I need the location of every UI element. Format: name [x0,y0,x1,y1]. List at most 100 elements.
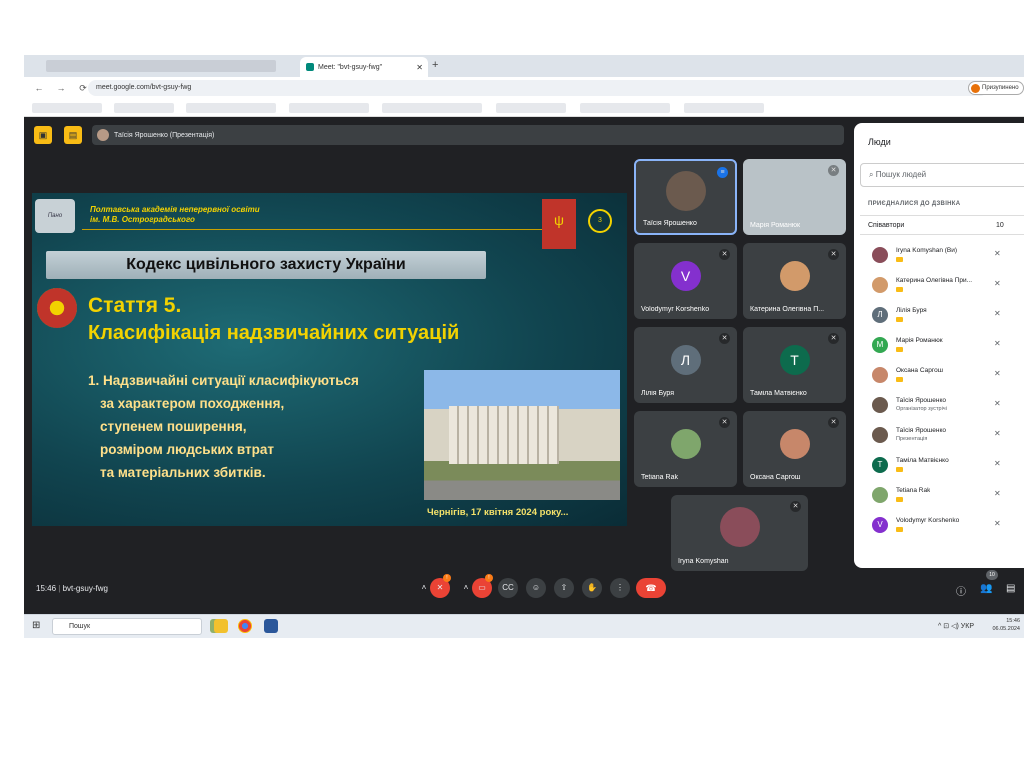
participant-row[interactable]: V Volodymyr Korshenko ✕ [868,513,1024,543]
host-tag-icon [896,467,903,472]
layout-icon[interactable]: ▤ [64,126,82,144]
chat-icon[interactable]: ▤ [1006,583,1015,594]
people-panel: Люди ⌕ Пошук людей ПРИЄДНАЛИСЯ ДО ДЗВІНК… [854,123,1024,568]
bookmark-item[interactable] [580,103,670,113]
participant-row[interactable]: Таїсія Ярошенко Презентація ✕ [868,423,1024,453]
participant-tile[interactable]: Т ✕ Таміла Матвієнко [743,327,846,403]
joined-section-label: ПРИЄДНАЛИСЯ ДО ДЗВІНКА [868,201,961,207]
presentation-slide: Пано Полтавська академія неперервної осв… [32,193,627,526]
volume-icon[interactable]: ◁) [951,623,959,630]
bookmark-item[interactable] [289,103,369,113]
participant-name: Tetiana Rak [641,474,678,481]
bookmark-item[interactable] [186,103,276,113]
chernihiv-photo [424,370,620,500]
host-tag-icon [896,497,903,502]
participant-row[interactable]: Т Таміла Матвієнко ✕ [868,453,1024,483]
people-icon[interactable]: 👥 [980,583,992,594]
participant-tile[interactable]: ✕ Катерина Олегівна П... [743,243,846,319]
mic-off-icon[interactable]: ✕ [994,339,1001,348]
file-explorer-icon[interactable] [214,619,228,633]
participant-row[interactable]: Tetiana Rak ✕ [868,483,1024,513]
captions-button[interactable]: CC [498,578,518,598]
participant-row[interactable]: Iryna Komyshan (Ви) ✕ [868,243,1024,273]
mic-off-icon[interactable]: ✕ [994,489,1001,498]
article-title: Класифікація надзвичайних ситуацій [88,322,460,344]
tray-icons[interactable]: ^ ⊡ ◁) УКР [938,622,974,630]
participant-avatar [779,261,810,291]
participant-row[interactable]: Оксана Саргош ✕ [868,363,1024,393]
participant-tile[interactable]: Л ✕ Лілія Буря [634,327,737,403]
taskbar-date: 06.05.2024 [992,626,1020,632]
network-icon[interactable]: ⊡ [943,623,949,630]
bookmarks-bar [24,99,1024,117]
present-screen-button[interactable]: ⇧ [554,578,574,598]
url-input[interactable]: meet.google.com/bvt-gsuy-fwg [88,80,988,96]
participant-name: Таміла Матвієнко [750,390,807,397]
mic-off-icon[interactable]: ✕ [994,429,1001,438]
presenter-bar: Таїсія Ярошенко (Презентація) [92,125,844,145]
profile-label: Призупинено [982,85,1019,91]
participant-tile[interactable]: ≡ Таїсія Ярошенко [634,159,737,235]
back-icon[interactable]: ← [32,83,46,93]
participant-row[interactable]: Л Лілія Буря ✕ [868,303,1024,333]
language-indicator[interactable]: УКР [961,623,974,630]
participant-name: Volodymyr Korshenko [896,517,960,524]
mic-off-icon: ✕ [719,417,730,428]
raise-hand-button[interactable]: ✋ [582,578,602,598]
bookmark-item[interactable] [684,103,764,113]
more-options-button[interactable]: ⋮ [610,578,630,598]
new-tab-button[interactable]: + [432,59,438,71]
windows-start-icon[interactable]: ⊞ [32,620,40,631]
bookmark-item[interactable] [496,103,566,113]
bookmark-item[interactable] [32,103,102,113]
profile-button[interactable]: Призупинено [968,81,1024,95]
emoji-button[interactable]: ☺ [526,578,546,598]
panel-title: Люди [868,137,891,147]
article-number: Стаття 5. [88,294,182,317]
chevron-up-icon[interactable]: ^ [938,623,941,630]
mic-off-icon[interactable]: ✕ [994,249,1001,258]
forward-icon[interactable]: → [54,83,68,93]
mic-off-icon: ✕ [828,249,839,260]
word-icon[interactable] [264,619,278,633]
mic-off-icon[interactable]: ✕ [994,309,1001,318]
leave-call-button[interactable]: ☎ [636,578,666,598]
tab-close-icon[interactable]: ✕ [416,63,423,72]
item-line: ступенем поширення, [100,419,247,434]
blurred-tabs[interactable] [46,60,276,72]
bookmark-item[interactable] [114,103,174,113]
participant-tile[interactable]: ✕ Iryna Komyshan [671,495,808,571]
info-icon[interactable]: ⓘ [956,583,966,598]
participant-avatar [872,277,888,293]
participant-row[interactable]: Таїсія Ярошенко Організатор зустрічі ✕ [868,393,1024,423]
chrome-icon[interactable] [238,619,252,633]
present-icon[interactable]: ▣ [34,126,52,144]
taskbar-clock[interactable]: 15:46 06.05.2024 [992,617,1020,633]
mic-off-icon: ✕ [719,333,730,344]
code-title: Кодекс цивільного захисту України [46,251,486,279]
bookmark-item[interactable] [382,103,482,113]
participant-avatar: Л [872,307,888,323]
participant-name: Катерина Олегівна При... [896,277,973,284]
mic-off-icon[interactable]: ✕ [994,399,1001,408]
participant-tile[interactable]: ✕ Tetiana Rak [634,411,737,487]
collaborators-header[interactable]: Співавтори 10 [860,215,1024,235]
people-search-input[interactable]: ⌕ Пошук людей [860,163,1024,187]
participant-tile[interactable]: ✕ Оксана Саргош [743,411,846,487]
participant-name: Таїсія Ярошенко [896,427,946,434]
participant-tile[interactable]: V ✕ Volodymyr Korshenko [634,243,737,319]
mic-off-icon: ✕ [828,165,839,176]
active-tab[interactable]: Meet: "bvt-gsuy-fwg" ✕ [300,57,428,77]
taskbar-search-input[interactable]: Пошук [52,618,202,635]
mic-off-icon: ✕ [828,417,839,428]
participant-name: Оксана Саргош [750,474,801,481]
mic-off-icon[interactable]: ✕ [994,459,1001,468]
item-line: за характером походження, [100,396,285,411]
mic-off-icon[interactable]: ✕ [994,279,1001,288]
mic-off-icon[interactable]: ✕ [994,369,1001,378]
mic-off-icon[interactable]: ✕ [994,519,1001,528]
meeting-controls: 15:46 | bvt-gsuy-fwg ˄ ✕ ! ˄ ▭ ! CC ☺ ⇧ … [24,569,1024,614]
participant-row[interactable]: Катерина Олегівна При... ✕ [868,273,1024,303]
participant-row[interactable]: М Марія Романюк ✕ [868,333,1024,363]
participant-tile[interactable]: ✕ Марія Романюк [743,159,846,235]
